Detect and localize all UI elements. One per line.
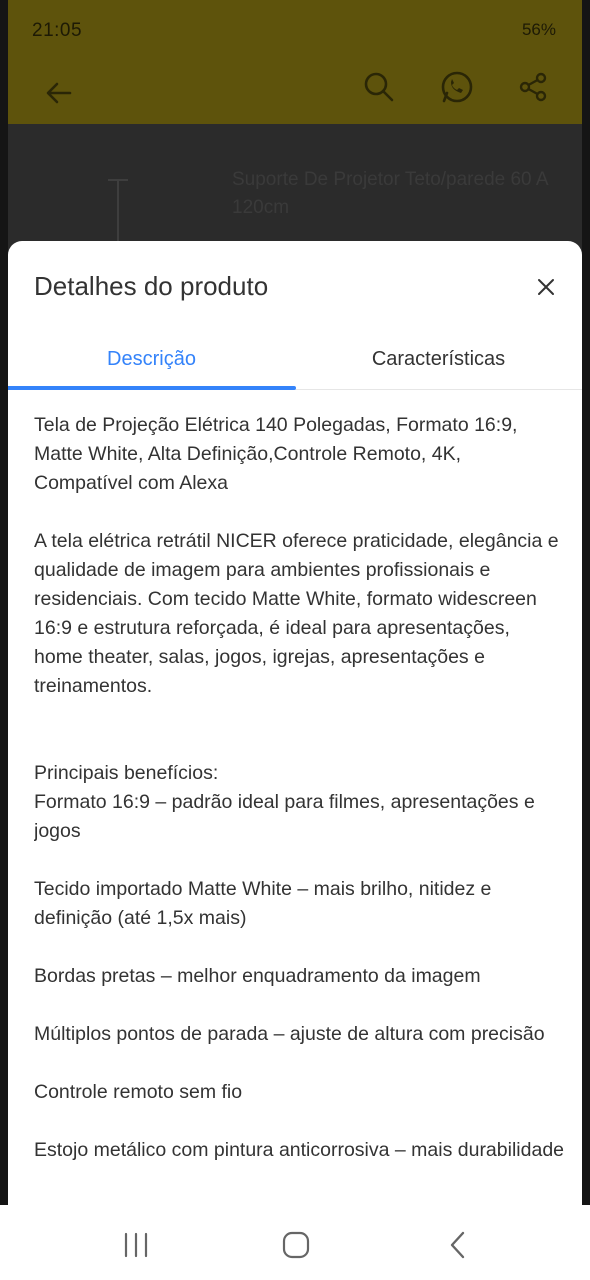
back-icon — [450, 1231, 465, 1259]
recent-apps-button[interactable] — [106, 1227, 166, 1263]
background-product-title: Suporte De Projetor Teto/parede 60 A 120… — [232, 169, 548, 218]
whatsapp-icon[interactable] — [438, 68, 476, 106]
description-paragraph: Controle remoto sem fio — [34, 1081, 243, 1103]
tab-descricao[interactable]: Descrição — [8, 329, 295, 389]
share-icon[interactable] — [516, 70, 550, 104]
product-details-sheet: Detalhes do produto Descrição Caracterís… — [8, 241, 582, 1280]
home-button[interactable] — [266, 1227, 326, 1263]
active-tab-indicator — [8, 386, 296, 390]
recent-apps-icon — [124, 1232, 148, 1258]
back-arrow-icon[interactable] — [42, 76, 76, 110]
home-icon — [282, 1231, 310, 1259]
description-paragraph: Tela de Projeção Elétrica 140 Polegadas,… — [34, 414, 518, 494]
description-paragraph: Principais benefícios: Formato 16:9 – pa… — [34, 762, 535, 842]
description-paragraph: Múltiplos pontos de parada – ajuste de a… — [34, 1023, 545, 1045]
tab-bar: Descrição Características — [8, 329, 582, 390]
system-nav-bar — [0, 1205, 590, 1280]
search-icon[interactable] — [362, 70, 396, 104]
description-content[interactable]: Tela de Projeção Elétrica 140 Polegadas,… — [34, 411, 564, 1201]
back-button[interactable] — [428, 1227, 488, 1263]
description-paragraph: Estojo metálico com pintura anticorrosiv… — [34, 1139, 564, 1161]
status-time: 21:05 — [32, 20, 83, 41]
content-fade — [34, 1187, 564, 1201]
tab-caracteristicas[interactable]: Características — [295, 329, 582, 389]
app-bar — [8, 62, 582, 124]
description-paragraph: A tela elétrica retrátil NICER oferece p… — [34, 530, 559, 697]
close-icon — [538, 279, 554, 295]
close-button[interactable] — [530, 271, 562, 303]
sheet-title: Detalhes do produto — [34, 271, 269, 301]
status-bar: 21:05 56% — [8, 0, 582, 62]
description-paragraph: Bordas pretas – melhor enquadramento da … — [34, 965, 481, 987]
status-indicators: 56% — [521, 20, 556, 39]
description-paragraph: Tecido importado Matte White – mais bril… — [34, 878, 492, 929]
